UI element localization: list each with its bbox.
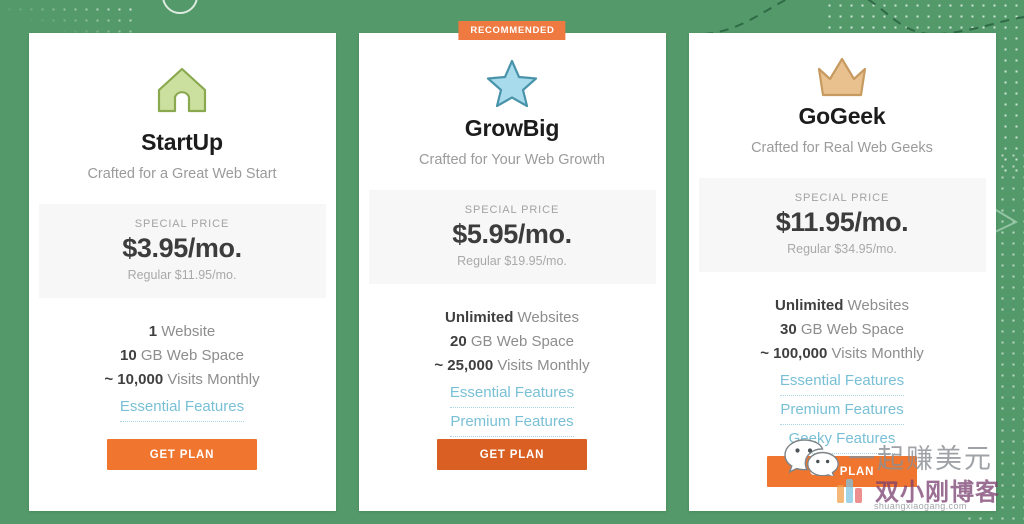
feature-value: 30 bbox=[780, 321, 797, 338]
feature-value: 10 bbox=[120, 347, 137, 364]
price-label: SPECIAL PRICE bbox=[134, 218, 230, 230]
feature-link-premium[interactable]: Premium Features bbox=[780, 398, 904, 425]
feature-link-essential[interactable]: Essential Features bbox=[779, 369, 905, 396]
star-icon bbox=[359, 33, 666, 111]
feature-row: 1 Website bbox=[29, 320, 336, 344]
price-box: SPECIAL PRICE $3.95/mo. Regular $11.95/m… bbox=[38, 204, 326, 298]
crown-icon bbox=[689, 33, 996, 99]
features-list: Unlimited Websites 30 GB Web Space ~ 100… bbox=[689, 294, 996, 456]
plan-tagline: Crafted for a Great Web Start bbox=[87, 166, 277, 182]
feature-links: Essential Features Premium Features bbox=[359, 381, 666, 439]
feature-text: GB Web Space bbox=[466, 333, 574, 350]
price-label: SPECIAL PRICE bbox=[794, 192, 890, 204]
feature-links: Essential Features bbox=[29, 395, 336, 424]
pricing-card-gogeek[interactable]: GoGeek Crafted for Real Web Geeks SPECIA… bbox=[688, 33, 996, 511]
feature-value: 20 bbox=[450, 333, 467, 350]
cta-container: GET PLAN bbox=[359, 439, 666, 511]
plan-name: GoGeek bbox=[798, 103, 886, 129]
feature-row: ~ 10,000 Visits Monthly bbox=[29, 368, 336, 392]
recommended-badge: RECOMMENDED bbox=[458, 21, 566, 40]
feature-text: Visits Monthly bbox=[827, 345, 924, 362]
feature-text: GB Web Space bbox=[796, 321, 904, 338]
feature-row: 20 GB Web Space bbox=[359, 330, 666, 354]
house-icon bbox=[29, 33, 336, 125]
feature-value: ~ 100,000 bbox=[760, 345, 828, 362]
feature-links: Essential Features Premium Features Geek… bbox=[689, 369, 996, 456]
price-main: $5.95/mo. bbox=[452, 219, 572, 249]
feature-value: Unlimited bbox=[445, 309, 514, 326]
feature-row: Unlimited Websites bbox=[359, 306, 666, 330]
feature-link-premium[interactable]: Premium Features bbox=[450, 410, 574, 437]
feature-value: Unlimited bbox=[775, 297, 844, 314]
features-list: 1 Website 10 GB Web Space ~ 10,000 Visit… bbox=[29, 320, 336, 424]
feature-row: 30 GB Web Space bbox=[689, 318, 996, 342]
features-list: Unlimited Websites 20 GB Web Space ~ 25,… bbox=[359, 306, 666, 439]
pricing-cards-container: StartUp Crafted for a Great Web Start SP… bbox=[0, 0, 1024, 524]
plan-name: StartUp bbox=[141, 129, 223, 155]
plan-name: GrowBig bbox=[464, 115, 560, 141]
price-main: $11.95/mo. bbox=[775, 207, 909, 237]
feature-value: 1 bbox=[148, 323, 158, 340]
price-box: SPECIAL PRICE $5.95/mo. Regular $19.95/m… bbox=[368, 190, 656, 284]
price-regular: Regular $19.95/mo. bbox=[457, 254, 567, 268]
feature-text: Websites bbox=[513, 309, 579, 326]
get-plan-button[interactable]: GET PLAN bbox=[437, 439, 587, 470]
feature-row: ~ 100,000 Visits Monthly bbox=[689, 342, 996, 366]
feature-value: ~ 25,000 bbox=[434, 357, 494, 374]
feature-link-geeky[interactable]: Geeky Features bbox=[788, 427, 896, 454]
get-plan-button[interactable]: GET PLAN bbox=[107, 439, 257, 470]
feature-text: Visits Monthly bbox=[163, 371, 260, 388]
price-label: SPECIAL PRICE bbox=[464, 204, 560, 216]
plan-tagline: Crafted for Real Web Geeks bbox=[751, 140, 933, 156]
feature-value: ~ 10,000 bbox=[104, 371, 164, 388]
feature-text: Websites bbox=[843, 297, 909, 314]
feature-link-essential[interactable]: Essential Features bbox=[119, 395, 245, 422]
feature-text: Visits Monthly bbox=[493, 357, 590, 374]
pricing-card-startup[interactable]: StartUp Crafted for a Great Web Start SP… bbox=[28, 33, 336, 511]
feature-text: Website bbox=[157, 323, 216, 340]
price-regular: Regular $11.95/mo. bbox=[127, 268, 237, 282]
plan-tagline: Crafted for Your Web Growth bbox=[419, 152, 605, 168]
get-plan-button[interactable]: GET PLAN bbox=[767, 456, 917, 487]
feature-row: Unlimited Websites bbox=[689, 294, 996, 318]
feature-link-essential[interactable]: Essential Features bbox=[449, 381, 575, 408]
cta-container: GET PLAN bbox=[689, 456, 996, 524]
feature-text: GB Web Space bbox=[136, 347, 244, 364]
feature-row: 10 GB Web Space bbox=[29, 344, 336, 368]
pricing-card-growbig[interactable]: RECOMMENDED GrowBig Crafted for Your Web… bbox=[358, 21, 666, 511]
feature-row: ~ 25,000 Visits Monthly bbox=[359, 354, 666, 378]
price-box: SPECIAL PRICE $11.95/mo. Regular $34.95/… bbox=[698, 178, 986, 272]
price-regular: Regular $34.95/mo. bbox=[787, 242, 897, 256]
price-main: $3.95/mo. bbox=[122, 233, 242, 263]
cta-container: GET PLAN bbox=[29, 439, 336, 511]
